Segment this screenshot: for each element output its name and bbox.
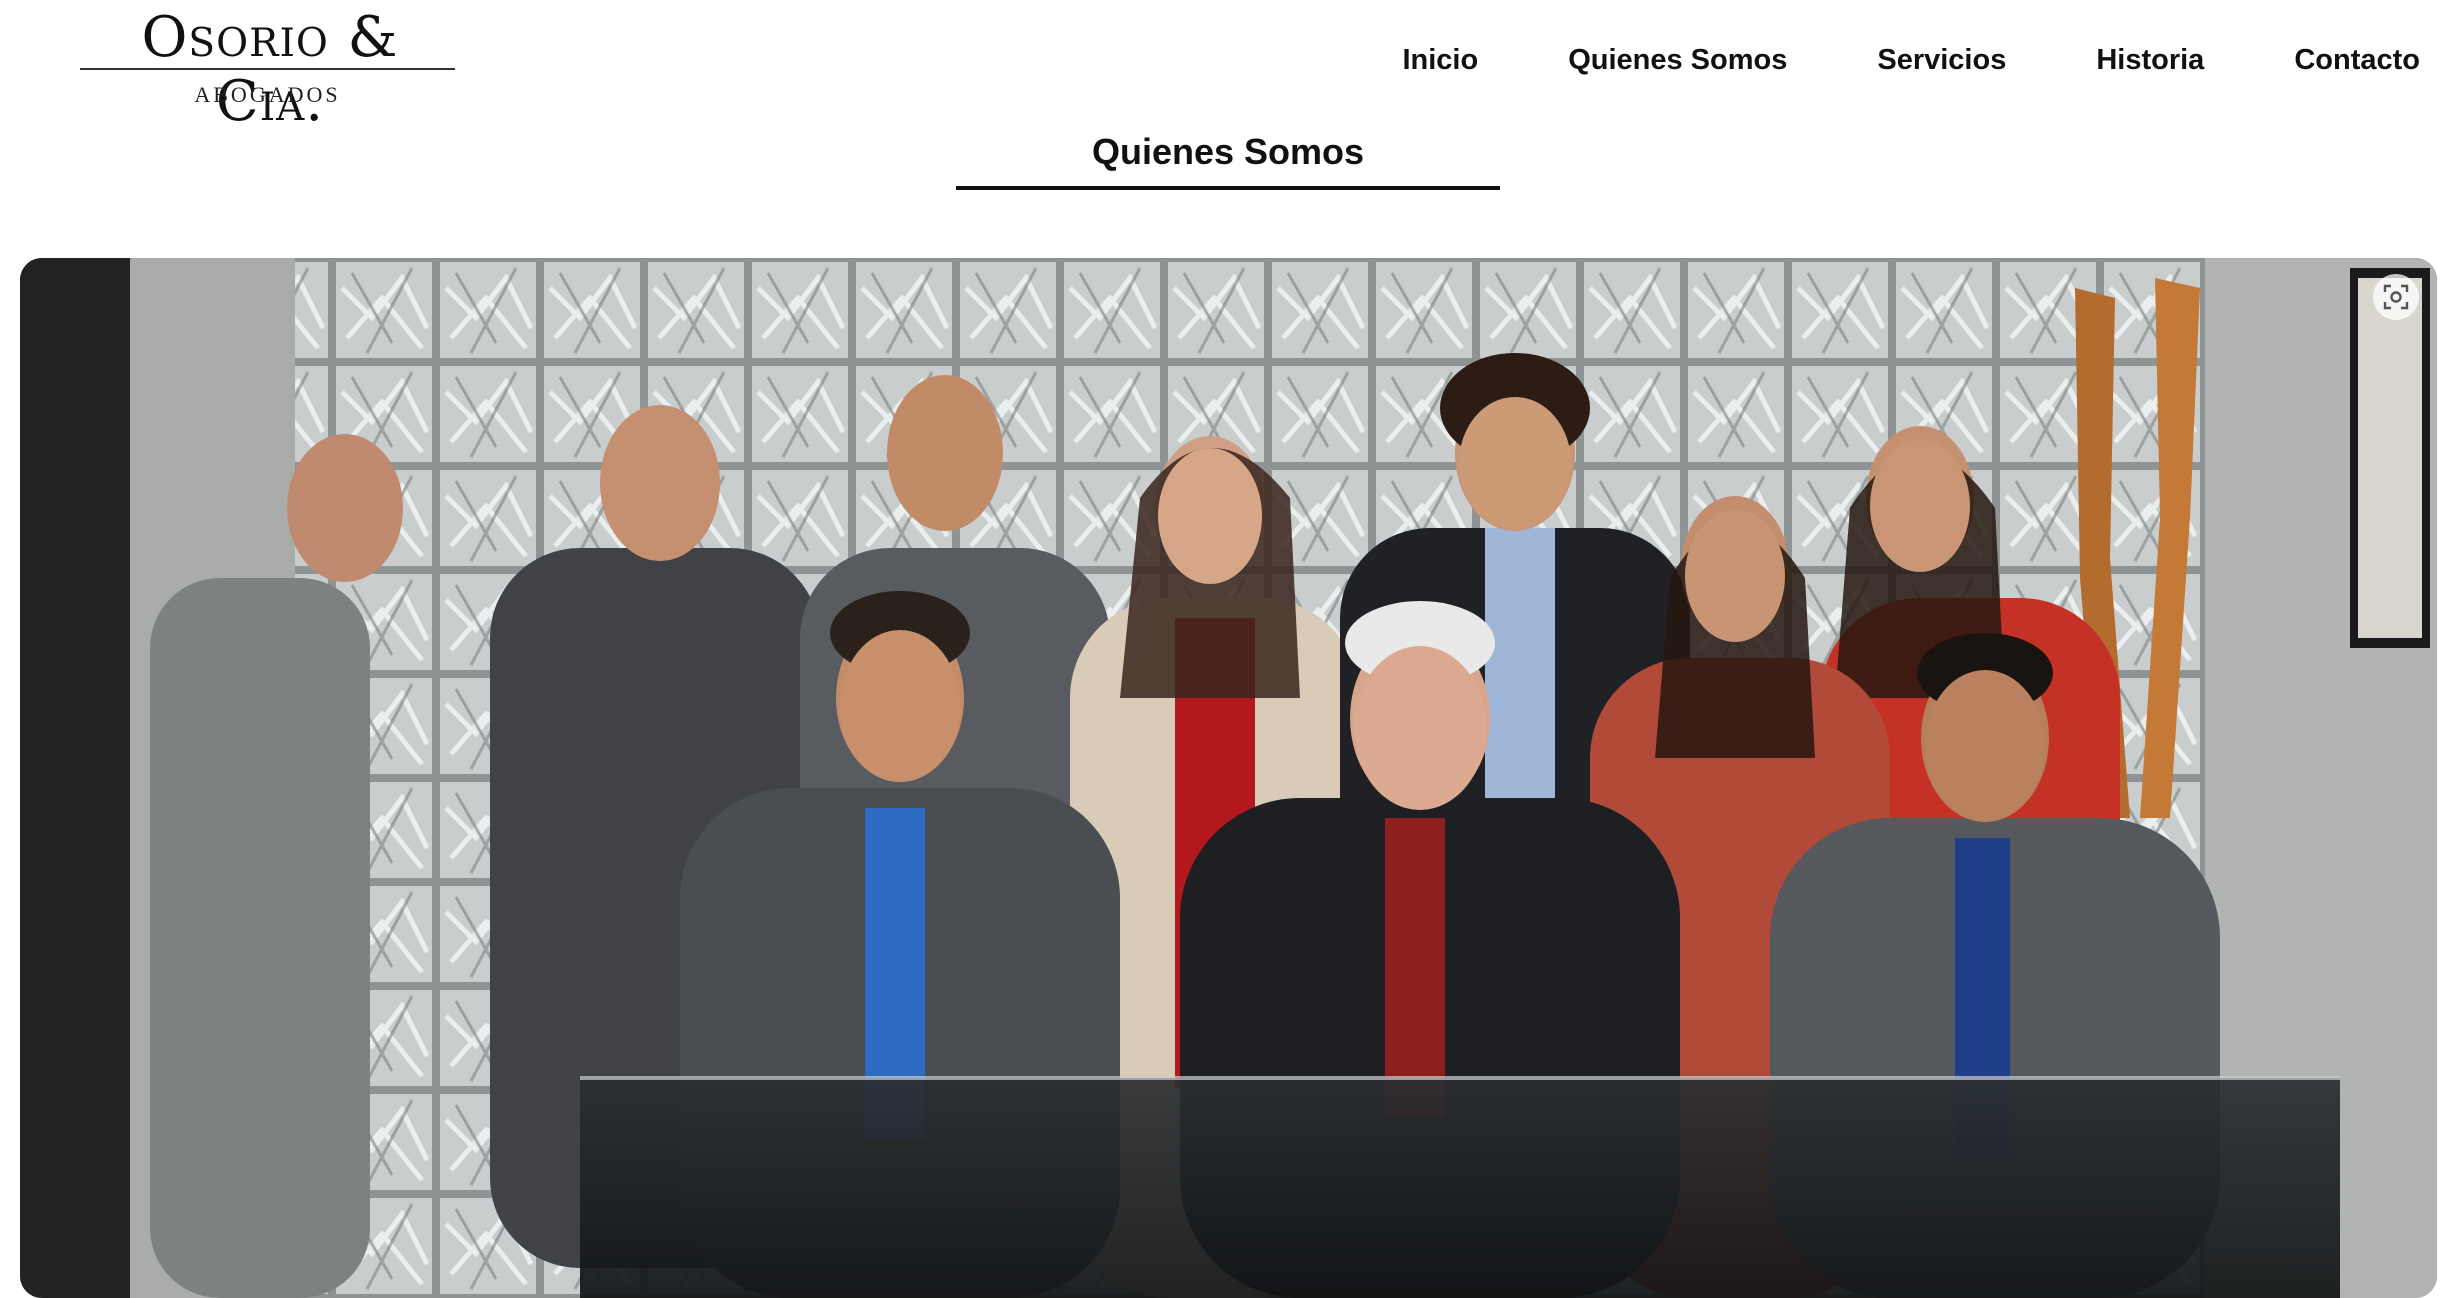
title-underline <box>956 186 1500 190</box>
site-header: Osorio & Cia. ABOGADOS Inicio Quienes So… <box>0 0 2445 134</box>
conference-table <box>580 1078 2340 1298</box>
page-title: Quienes Somos <box>1091 131 1365 172</box>
brand-name: Osorio & Cia. <box>141 5 399 134</box>
team-photo-illustration <box>20 258 2437 1298</box>
nav-item-quienes-somos[interactable]: Quienes Somos <box>1568 40 1787 80</box>
brand-logo[interactable]: Osorio & Cia. ABOGADOS <box>80 6 460 134</box>
nav-item-inicio[interactable]: Inicio <box>1402 40 1478 80</box>
visual-search-button[interactable] <box>2373 274 2419 320</box>
nav-item-historia[interactable]: Historia <box>2096 40 2204 80</box>
main-nav: Inicio Quienes Somos Servicios Historia … <box>1402 40 2420 80</box>
team-photo <box>20 258 2437 1298</box>
nav-item-servicios[interactable]: Servicios <box>1877 40 2006 80</box>
logo-divider <box>80 68 455 70</box>
visual-search-icon <box>2383 284 2409 310</box>
nav-item-contacto[interactable]: Contacto <box>2294 40 2420 80</box>
brand-subtitle: ABOGADOS <box>194 82 341 107</box>
